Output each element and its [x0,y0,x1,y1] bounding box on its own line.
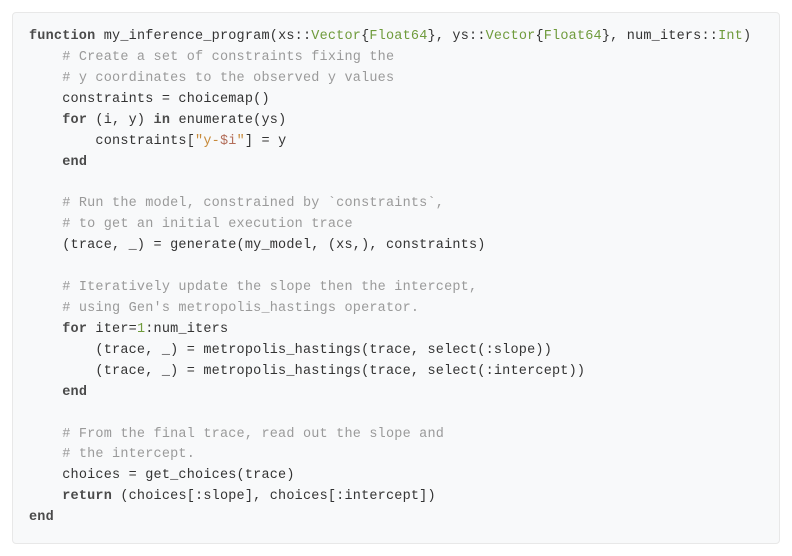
string: " [237,134,245,149]
code-line-19: choices = get_choices(trace) [62,468,294,483]
comment: # Iteratively update the slope then the … [62,280,477,295]
comment: # Create a set of constraints fixing the [62,50,394,65]
keyword-for: for [62,322,87,337]
code-line-15: (trace, _) = metropolis_hastings(trace, … [95,364,585,379]
number: 1 [137,322,145,337]
keyword-end: end [62,155,87,170]
text: :num_iters [145,322,228,337]
code-line-13: for iter=1:num_iters [62,322,228,337]
code-block: function my_inference_program(xs::Vector… [12,12,780,544]
text: constraints[ [95,134,195,149]
text: ] = y [245,134,287,149]
comment: # y coordinates to the observed y values [62,71,394,86]
keyword-in: in [154,113,171,128]
type-vector: Vector [486,29,536,44]
text: (i, y) [87,113,153,128]
string: "y- [195,134,220,149]
punct: (xs:: [270,29,312,44]
code-line-01: function my_inference_program(xs::Vector… [29,29,751,44]
function-name: my_inference_program [104,29,270,44]
keyword-end: end [62,385,87,400]
code-line-06: constraints["y-$i"] = y [95,134,286,149]
punct: ) [743,29,751,44]
comment: # using Gen's metropolis_hastings operat… [62,301,419,316]
keyword-function: function [29,29,95,44]
comment: # to get an initial execution trace [62,217,353,232]
comment: # From the final trace, read out the slo… [62,427,444,442]
code-line-05: for (i, y) in enumerate(ys) [62,113,286,128]
type-int: Int [718,29,743,44]
comment: # Run the model, constrained by `constra… [62,196,444,211]
type-vector: Vector [311,29,361,44]
type-float64: Float64 [544,29,602,44]
type-float64: Float64 [369,29,427,44]
punct: }, num_iters:: [602,29,718,44]
text: iter= [87,322,137,337]
keyword-end: end [29,510,54,525]
code-line-20: return (choices[:slope], choices[:interc… [62,489,436,504]
text: enumerate(ys) [170,113,286,128]
comment: # the intercept. [62,447,195,462]
keyword-return: return [62,489,112,504]
punct: { [535,29,543,44]
keyword-for: for [62,113,87,128]
interp: $i [220,134,237,149]
text: (choices[:slope], choices[:intercept]) [112,489,436,504]
code-line-04: constraints = choicemap() [62,92,270,107]
punct: }, ys:: [428,29,486,44]
code-line-10: (trace, _) = generate(my_model, (xs,), c… [62,238,485,253]
code-line-14: (trace, _) = metropolis_hastings(trace, … [95,343,552,358]
